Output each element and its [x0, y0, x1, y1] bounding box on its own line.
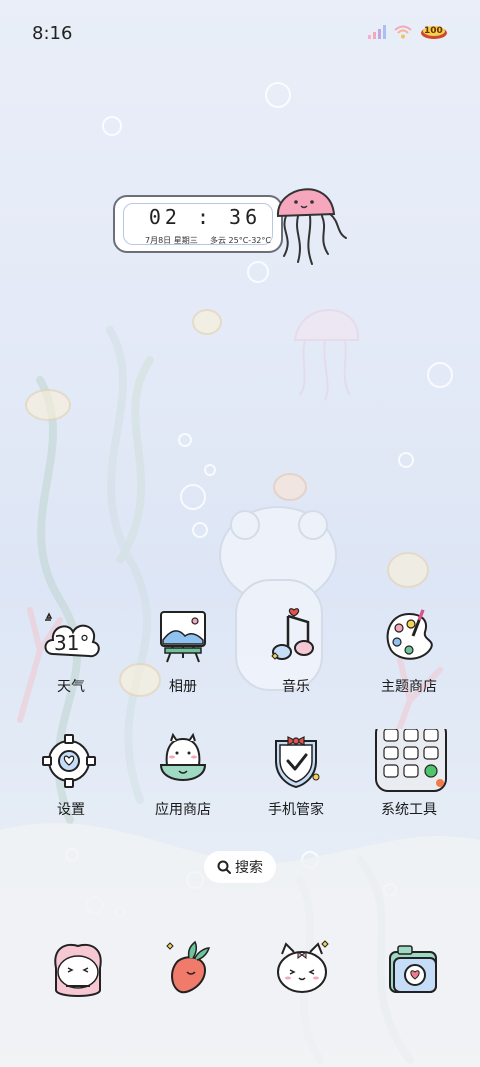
app-theme-store[interactable]: 主题商店 — [359, 606, 459, 696]
dock-camera[interactable] — [384, 938, 448, 1002]
music-icon — [271, 608, 314, 660]
status-bar: 8:16 100 — [0, 0, 480, 70]
clock-widget[interactable]: 02 : 36 7月8日 星期三 多云 25°C-32°C — [113, 195, 283, 253]
app-settings[interactable]: 设置 — [21, 729, 121, 819]
theme-store-icon — [386, 609, 433, 660]
gallery-icon — [160, 611, 206, 663]
settings-icon — [42, 734, 96, 788]
signal-bars-icon — [368, 25, 386, 39]
clock-date: 7月8日 星期三 — [145, 236, 198, 245]
battery-level: 100 — [424, 26, 443, 36]
bunny-dock-icon — [277, 940, 329, 993]
app-app-store[interactable]: 应用商店 — [133, 729, 233, 819]
app-label: 相册 — [169, 679, 197, 695]
app-label: 设置 — [57, 802, 85, 818]
search-icon — [217, 860, 231, 874]
search-button[interactable]: 搜索 — [204, 851, 276, 883]
battery-icon: 100 — [420, 25, 448, 39]
dock-carrot[interactable] — [159, 938, 223, 1002]
app-label: 手机管家 — [268, 802, 324, 818]
phone-manager-icon — [275, 736, 320, 789]
search-label: 搜索 — [235, 860, 263, 876]
app-label: 主题商店 — [381, 679, 437, 695]
wallpaper — [0, 82, 480, 1067]
system-tools-folder-icon — [375, 720, 447, 792]
weather-icon: 31° — [44, 612, 100, 658]
app-gallery[interactable]: 相册 — [133, 606, 233, 696]
status-icons: 100 — [368, 25, 448, 39]
clock-weather: 多云 25°C-32°C — [210, 236, 271, 245]
clock-time: 02 : 36 — [148, 205, 262, 229]
status-time: 8:16 — [32, 23, 73, 44]
app-label: 应用商店 — [155, 802, 211, 818]
app-label: 系统工具 — [381, 802, 437, 818]
jellyfish-icon — [276, 188, 347, 265]
app-weather[interactable]: 31° 天气 — [21, 606, 121, 696]
app-music[interactable]: 音乐 — [246, 606, 346, 696]
app-phone-manager[interactable]: 手机管家 — [246, 729, 346, 819]
app-label: 天气 — [57, 679, 85, 695]
camera-dock-icon — [389, 945, 437, 993]
app-system-tools-folder[interactable]: 系统工具 — [359, 720, 459, 819]
weather-temp: 31° — [54, 631, 89, 655]
phone-dock-icon — [54, 943, 102, 997]
wifi-icon — [394, 25, 412, 39]
carrot-dock-icon — [166, 940, 211, 994]
dock-phone[interactable] — [46, 938, 110, 1002]
dock-bunny[interactable] — [270, 938, 334, 1002]
app-label: 音乐 — [282, 679, 310, 695]
app-store-icon — [159, 732, 207, 781]
